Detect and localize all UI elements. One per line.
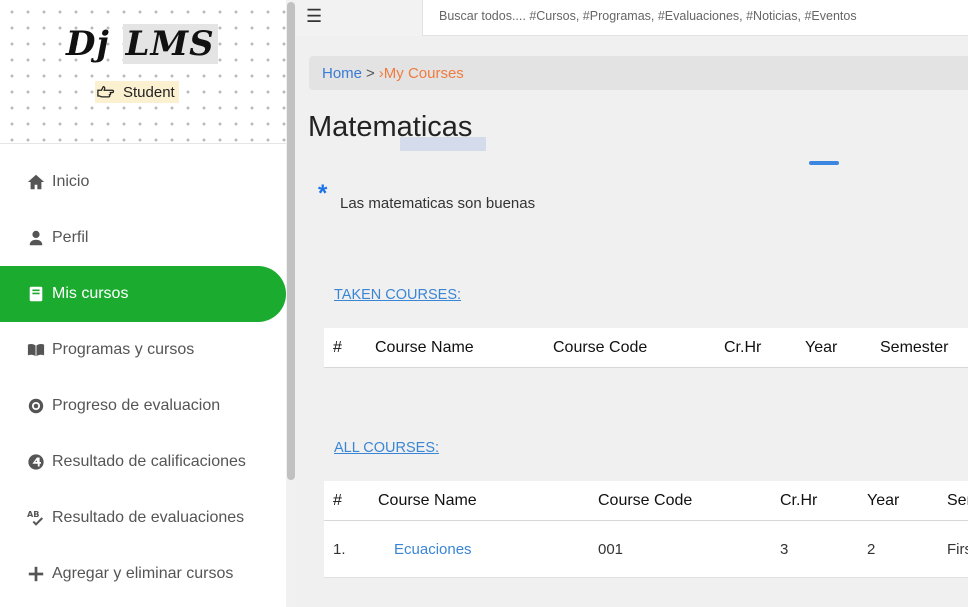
sidebar-nav: Inicio Perfil Mis cursos Programas y cur… [0,154,286,602]
all-courses-link[interactable]: ALL COURSES: [334,440,439,456]
sidebar-item-evaluaciones[interactable]: AB Resultado de evaluaciones [0,490,286,546]
logo-prefix: Dj [66,24,110,64]
table-row: 1. Ecuaciones 001 3 2 Firs [324,521,968,578]
col-course-name: Course Name [378,491,477,509]
pointing-hand-icon [97,85,115,98]
logo[interactable]: Dj LMS [66,24,218,64]
accent-bar [809,161,839,165]
spellcheck-icon: AB [26,508,46,528]
row-crhr: 3 [780,540,789,558]
svg-text:AB: AB [27,509,39,519]
sidebar-item-programas[interactable]: Programas y cursos [0,322,286,378]
breadcrumb-separator: > [366,64,375,82]
scrollbar-thumb[interactable] [287,2,295,480]
col-year: Year [805,338,838,356]
sidebar-item-mis-cursos[interactable]: Mis cursos [0,266,286,322]
table-header: # Course Name Course Code Cr.Hr Year Sem… [324,328,968,368]
topbar: ☰ Buscar todos.... #Cursos, #Programas, … [296,0,968,36]
sidebar-item-label: Mis cursos [52,285,129,302]
role-badge: Student [95,81,179,103]
plus-icon [26,564,46,584]
course-link[interactable]: Ecuaciones [394,541,472,558]
sidebar-item-label: Agregar y eliminar cursos [52,565,234,582]
book-icon [26,284,46,304]
sidebar-scrollbar[interactable] [286,0,296,607]
col-semester: Semester [880,338,949,356]
target-icon [26,396,46,416]
sidebar-item-progreso[interactable]: Progreso de evaluacion [0,378,286,434]
taken-courses-table: # Course Name Course Code Cr.Hr Year Sem… [324,328,968,368]
sidebar-item-label: Inicio [52,173,90,190]
row-year: 2 [867,540,876,558]
hamburger-icon[interactable]: ☰ [306,6,322,27]
title-highlight [400,137,486,151]
home-icon [26,172,46,192]
sidebar: Dj LMS Student Inicio Perfil Mis cursos … [0,0,296,607]
col-semester: Ser [947,491,968,509]
col-crhr: Cr.Hr [780,491,818,509]
sidebar-item-agregar[interactable]: Agregar y eliminar cursos [0,546,286,602]
sidebar-item-label: Resultado de evaluaciones [52,509,245,526]
breadcrumb-home[interactable]: Home [322,65,362,82]
logo-highlight: LMS [122,24,218,64]
role-label: Student [123,83,175,101]
row-num: 1. [333,540,346,558]
col-crhr: Cr.Hr [724,338,762,356]
user-icon [26,228,46,248]
all-courses-table: # Course Name Course Code Cr.Hr Year Ser… [324,481,968,578]
asterisk-icon: * [318,180,328,207]
sidebar-item-calificaciones[interactable]: Resultado de calificaciones [0,434,286,490]
sidebar-item-label: Progreso de evaluacion [52,397,221,414]
open-book-icon [26,340,46,360]
search-input[interactable]: Buscar todos.... #Cursos, #Programas, #E… [422,0,968,36]
breadcrumb-current: ›My Courses [378,64,464,82]
row-semester: Firs [947,540,968,558]
course-description: Las matematicas son buenas [340,195,536,212]
col-course-code: Course Code [598,491,693,509]
col-course-code: Course Code [553,338,648,356]
col-course-name: Course Name [375,338,474,356]
sidebar-item-label: Resultado de calificaciones [52,453,246,470]
row-code: 001 [598,540,624,558]
sidebar-item-inicio[interactable]: Inicio [0,154,286,210]
taken-courses-link[interactable]: TAKEN COURSES: [334,287,461,303]
table-header: # Course Name Course Code Cr.Hr Year Ser [324,481,968,521]
brand-header: Dj LMS Student [0,0,286,144]
col-year: Year [867,491,900,509]
sidebar-item-label: Programas y cursos [52,341,195,358]
sidebar-item-label: Perfil [52,229,89,246]
breadcrumb: Home > ›My Courses [309,56,968,90]
sidebar-item-perfil[interactable]: Perfil [0,210,286,266]
col-num: # [333,338,342,356]
grade-circle-icon [26,452,46,472]
col-num: # [333,491,342,509]
